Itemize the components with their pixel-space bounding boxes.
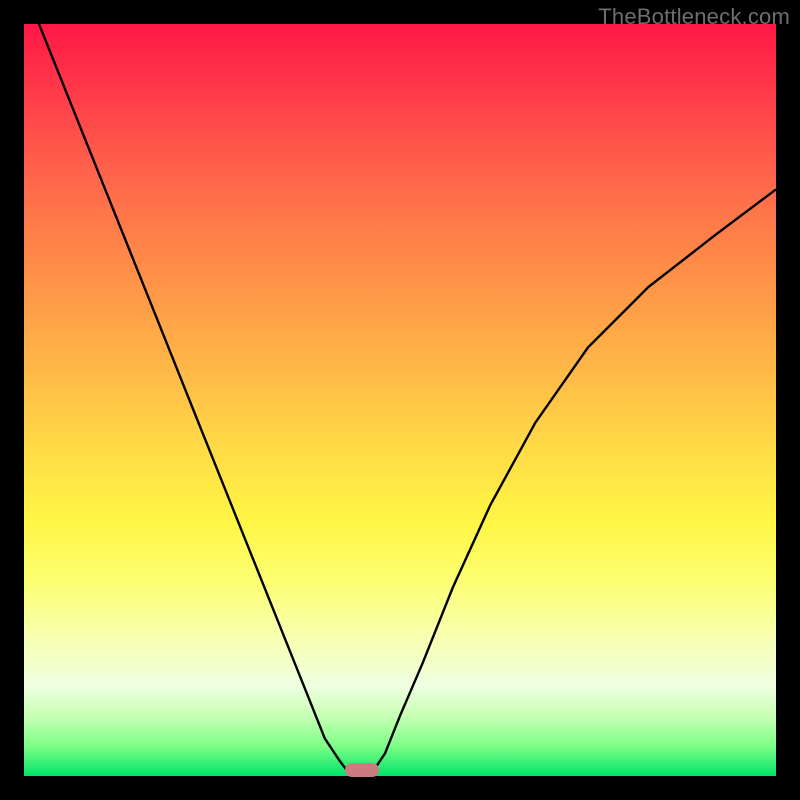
optimal-marker: [345, 763, 379, 777]
bottleneck-curve: [24, 24, 776, 776]
watermark-text: TheBottleneck.com: [598, 4, 790, 30]
plot-area: [24, 24, 776, 776]
